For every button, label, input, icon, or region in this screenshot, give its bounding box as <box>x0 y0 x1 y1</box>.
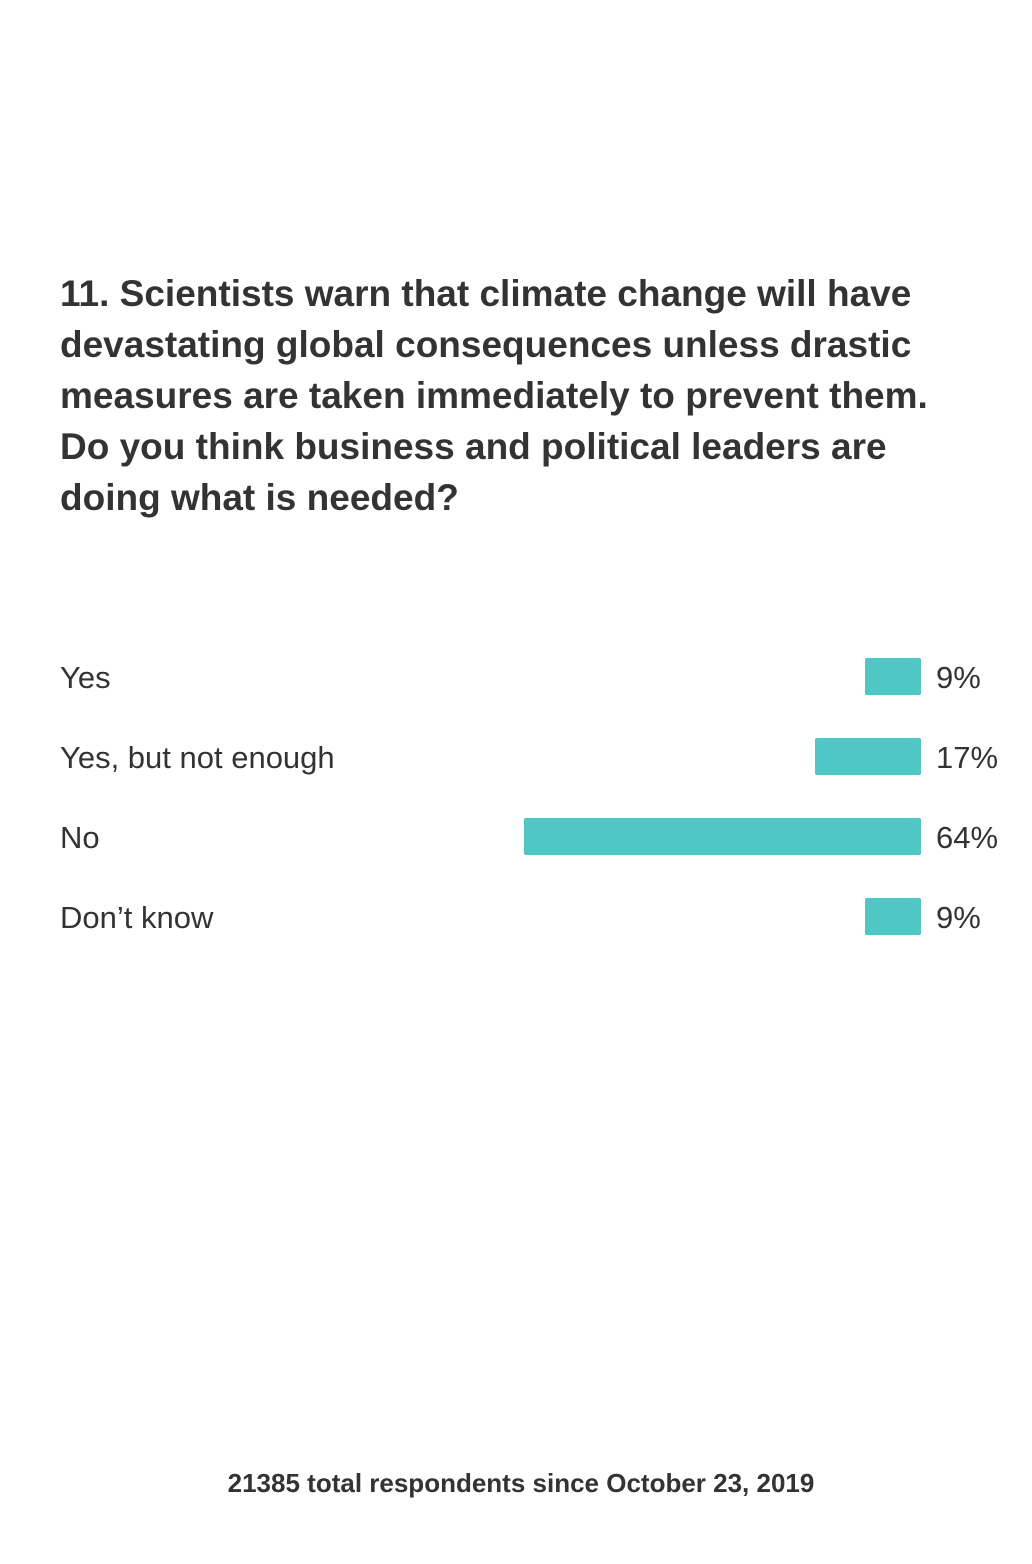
answer-row: No 64% <box>60 798 1020 878</box>
answer-row: Yes 9% <box>60 638 1020 718</box>
answer-row: Don’t know 9% <box>60 878 1020 958</box>
respondents-count: 21385 total respondents since October 23… <box>227 1468 815 1498</box>
poll-results-chart: Yes 9% Yes, but not enough 17% No 64% Don’t kn… <box>60 638 1020 958</box>
answer-label: Don’t know <box>60 900 214 935</box>
answer-bar <box>523 818 921 855</box>
bar-track <box>281 898 921 935</box>
bar-track <box>281 738 921 775</box>
answer-bar <box>815 738 921 775</box>
answer-percentage: 64% <box>936 820 999 855</box>
bar-track <box>281 818 921 855</box>
answer-percentage: 9% <box>936 900 981 935</box>
answer-percentage: 9% <box>936 660 981 695</box>
answer-label: Yes <box>60 660 111 695</box>
answer-bar <box>865 658 921 695</box>
answer-percentage: 17% <box>936 740 999 775</box>
question-title: 11. Scientists warn that climate change … <box>60 273 928 518</box>
answer-bar <box>865 898 921 935</box>
answer-label: No <box>60 820 100 855</box>
answer-row: Yes, but not enough 17% <box>60 718 1020 798</box>
bar-track <box>281 658 921 695</box>
